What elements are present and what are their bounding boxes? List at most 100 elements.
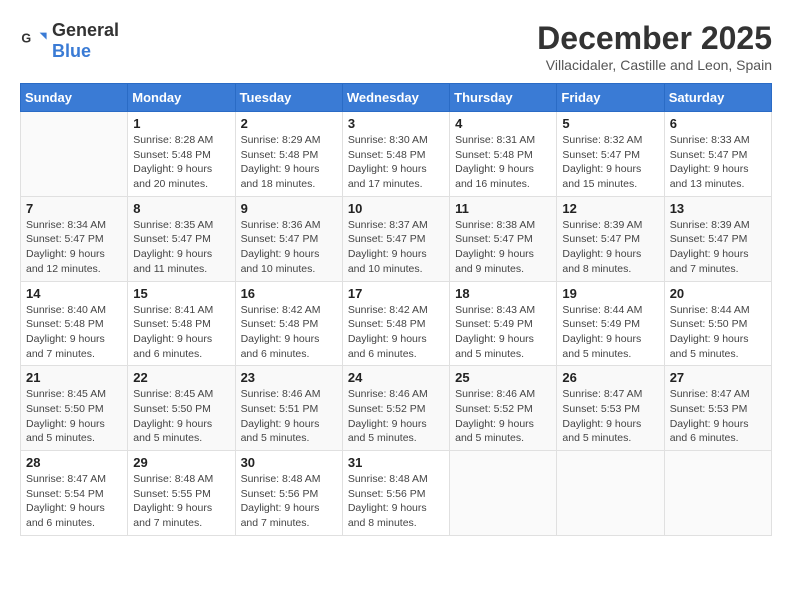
day-number: 20: [670, 286, 766, 301]
day-info: Sunrise: 8:43 AMSunset: 5:49 PMDaylight:…: [455, 303, 551, 362]
calendar-cell: [450, 451, 557, 536]
calendar-cell: 11Sunrise: 8:38 AMSunset: 5:47 PMDayligh…: [450, 196, 557, 281]
day-number: 10: [348, 201, 444, 216]
day-info: Sunrise: 8:42 AMSunset: 5:48 PMDaylight:…: [348, 303, 444, 362]
calendar-cell: 8 Sunrise: 8:35 AMSunset: 5:47 PMDaylight…: [128, 196, 235, 281]
calendar-cell: 14 Sunrise: 8:40 AMSunset: 5:48 PMDayligh…: [21, 281, 128, 366]
svg-text:G: G: [21, 31, 31, 45]
header-wednesday: Wednesday: [342, 84, 449, 112]
day-number: 31: [348, 455, 444, 470]
day-number: 4: [455, 116, 551, 131]
logo-icon: G: [20, 27, 48, 55]
day-info: Sunrise: 8:33 AMSunset: 5:47 PMDaylight:…: [670, 133, 766, 192]
day-info: Sunrise: 8:40 AMSunset: 5:48 PMDaylight:…: [26, 303, 122, 362]
calendar-cell: [664, 451, 771, 536]
day-number: 15: [133, 286, 229, 301]
day-number: 23: [241, 370, 337, 385]
day-info: Sunrise: 8:47 AMSunset: 5:53 PMDaylight:…: [670, 387, 766, 446]
day-info: Sunrise: 8:28 AMSunset: 5:48 PMDaylight:…: [133, 133, 229, 192]
logo-blue: Blue: [52, 41, 91, 61]
day-info: Sunrise: 8:46 AMSunset: 5:52 PMDaylight:…: [455, 387, 551, 446]
day-number: 14: [26, 286, 122, 301]
header-saturday: Saturday: [664, 84, 771, 112]
calendar-table: SundayMondayTuesdayWednesdayThursdayFrid…: [20, 83, 772, 536]
calendar-week-row: 1 Sunrise: 8:28 AMSunset: 5:48 PMDaylight…: [21, 112, 772, 197]
day-info: Sunrise: 8:32 AMSunset: 5:47 PMDaylight:…: [562, 133, 658, 192]
calendar-cell: 3Sunrise: 8:30 AMSunset: 5:48 PMDaylight…: [342, 112, 449, 197]
day-number: 30: [241, 455, 337, 470]
calendar-cell: 10Sunrise: 8:37 AMSunset: 5:47 PMDayligh…: [342, 196, 449, 281]
calendar-cell: 17 Sunrise: 8:42 AMSunset: 5:48 PMDayligh…: [342, 281, 449, 366]
day-number: 12: [562, 201, 658, 216]
day-number: 5: [562, 116, 658, 131]
day-number: 27: [670, 370, 766, 385]
calendar-week-row: 21 Sunrise: 8:45 AMSunset: 5:50 PMDayligh…: [21, 366, 772, 451]
calendar-week-row: 14 Sunrise: 8:40 AMSunset: 5:48 PMDayligh…: [21, 281, 772, 366]
title-block: December 2025 Villacidaler, Castille and…: [537, 20, 772, 73]
header-thursday: Thursday: [450, 84, 557, 112]
day-number: 11: [455, 201, 551, 216]
calendar-cell: 18 Sunrise: 8:43 AMSunset: 5:49 PMDayligh…: [450, 281, 557, 366]
calendar-cell: 23 Sunrise: 8:46 AMSunset: 5:51 PMDayligh…: [235, 366, 342, 451]
day-number: 7: [26, 201, 122, 216]
day-number: 1: [133, 116, 229, 131]
day-info: Sunrise: 8:39 AMSunset: 5:47 PMDaylight:…: [562, 218, 658, 277]
day-info: Sunrise: 8:41 AMSunset: 5:48 PMDaylight:…: [133, 303, 229, 362]
calendar-cell: 21 Sunrise: 8:45 AMSunset: 5:50 PMDayligh…: [21, 366, 128, 451]
day-number: 18: [455, 286, 551, 301]
calendar-cell: 22Sunrise: 8:45 AMSunset: 5:50 PMDayligh…: [128, 366, 235, 451]
day-info: Sunrise: 8:44 AMSunset: 5:50 PMDaylight:…: [670, 303, 766, 362]
day-info: Sunrise: 8:46 AMSunset: 5:52 PMDaylight:…: [348, 387, 444, 446]
day-info: Sunrise: 8:44 AMSunset: 5:49 PMDaylight:…: [562, 303, 658, 362]
day-number: 19: [562, 286, 658, 301]
day-info: Sunrise: 8:45 AMSunset: 5:50 PMDaylight:…: [26, 387, 122, 446]
calendar-cell: 29Sunrise: 8:48 AMSunset: 5:55 PMDayligh…: [128, 451, 235, 536]
calendar-cell: 20 Sunrise: 8:44 AMSunset: 5:50 PMDayligh…: [664, 281, 771, 366]
calendar-cell: 19 Sunrise: 8:44 AMSunset: 5:49 PMDayligh…: [557, 281, 664, 366]
calendar-week-row: 7Sunrise: 8:34 AMSunset: 5:47 PMDaylight…: [21, 196, 772, 281]
day-info: Sunrise: 8:46 AMSunset: 5:51 PMDaylight:…: [241, 387, 337, 446]
calendar-cell: 30 Sunrise: 8:48 AMSunset: 5:56 PMDayligh…: [235, 451, 342, 536]
header-friday: Friday: [557, 84, 664, 112]
calendar-cell: 16Sunrise: 8:42 AMSunset: 5:48 PMDayligh…: [235, 281, 342, 366]
calendar-cell: 9 Sunrise: 8:36 AMSunset: 5:47 PMDaylight…: [235, 196, 342, 281]
day-number: 21: [26, 370, 122, 385]
day-number: 24: [348, 370, 444, 385]
day-number: 28: [26, 455, 122, 470]
day-info: Sunrise: 8:39 AMSunset: 5:47 PMDaylight:…: [670, 218, 766, 277]
location: Villacidaler, Castille and Leon, Spain: [537, 57, 772, 73]
day-number: 2: [241, 116, 337, 131]
day-number: 9: [241, 201, 337, 216]
day-number: 6: [670, 116, 766, 131]
day-number: 8: [133, 201, 229, 216]
calendar-cell: 7Sunrise: 8:34 AMSunset: 5:47 PMDaylight…: [21, 196, 128, 281]
logo: G General Blue: [20, 20, 119, 62]
page-header: G General Blue December 2025 Villacidale…: [20, 20, 772, 73]
calendar-cell: 5 Sunrise: 8:32 AMSunset: 5:47 PMDaylight…: [557, 112, 664, 197]
header-sunday: Sunday: [21, 84, 128, 112]
calendar-cell: 25Sunrise: 8:46 AMSunset: 5:52 PMDayligh…: [450, 366, 557, 451]
calendar-cell: [557, 451, 664, 536]
day-info: Sunrise: 8:29 AMSunset: 5:48 PMDaylight:…: [241, 133, 337, 192]
day-info: Sunrise: 8:36 AMSunset: 5:47 PMDaylight:…: [241, 218, 337, 277]
day-info: Sunrise: 8:45 AMSunset: 5:50 PMDaylight:…: [133, 387, 229, 446]
day-info: Sunrise: 8:48 AMSunset: 5:56 PMDaylight:…: [241, 472, 337, 531]
calendar-cell: 2 Sunrise: 8:29 AMSunset: 5:48 PMDaylight…: [235, 112, 342, 197]
day-number: 13: [670, 201, 766, 216]
day-number: 3: [348, 116, 444, 131]
day-info: Sunrise: 8:48 AMSunset: 5:55 PMDaylight:…: [133, 472, 229, 531]
day-info: Sunrise: 8:35 AMSunset: 5:47 PMDaylight:…: [133, 218, 229, 277]
calendar-cell: 1 Sunrise: 8:28 AMSunset: 5:48 PMDaylight…: [128, 112, 235, 197]
calendar-cell: 24 Sunrise: 8:46 AMSunset: 5:52 PMDayligh…: [342, 366, 449, 451]
day-number: 17: [348, 286, 444, 301]
calendar-header-row: SundayMondayTuesdayWednesdayThursdayFrid…: [21, 84, 772, 112]
logo-general: General: [52, 20, 119, 40]
day-number: 16: [241, 286, 337, 301]
calendar-cell: 4Sunrise: 8:31 AMSunset: 5:48 PMDaylight…: [450, 112, 557, 197]
calendar-week-row: 28Sunrise: 8:47 AMSunset: 5:54 PMDayligh…: [21, 451, 772, 536]
calendar-cell: 27 Sunrise: 8:47 AMSunset: 5:53 PMDayligh…: [664, 366, 771, 451]
header-tuesday: Tuesday: [235, 84, 342, 112]
calendar-cell: 15 Sunrise: 8:41 AMSunset: 5:48 PMDayligh…: [128, 281, 235, 366]
day-info: Sunrise: 8:47 AMSunset: 5:53 PMDaylight:…: [562, 387, 658, 446]
calendar-cell: 13 Sunrise: 8:39 AMSunset: 5:47 PMDayligh…: [664, 196, 771, 281]
